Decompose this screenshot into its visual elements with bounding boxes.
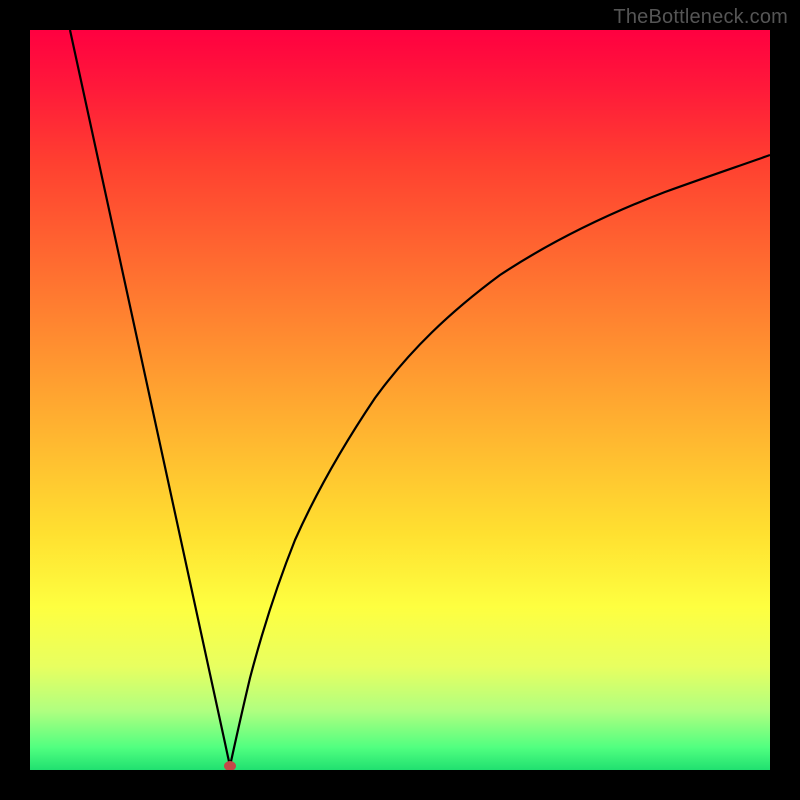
plot-area xyxy=(30,30,770,770)
curve-right xyxy=(230,155,770,766)
chart-container: TheBottleneck.com xyxy=(0,0,800,800)
minimum-marker xyxy=(224,761,236,770)
curve-left xyxy=(70,30,230,766)
plot-svg xyxy=(30,30,770,770)
attribution-text: TheBottleneck.com xyxy=(613,6,788,29)
